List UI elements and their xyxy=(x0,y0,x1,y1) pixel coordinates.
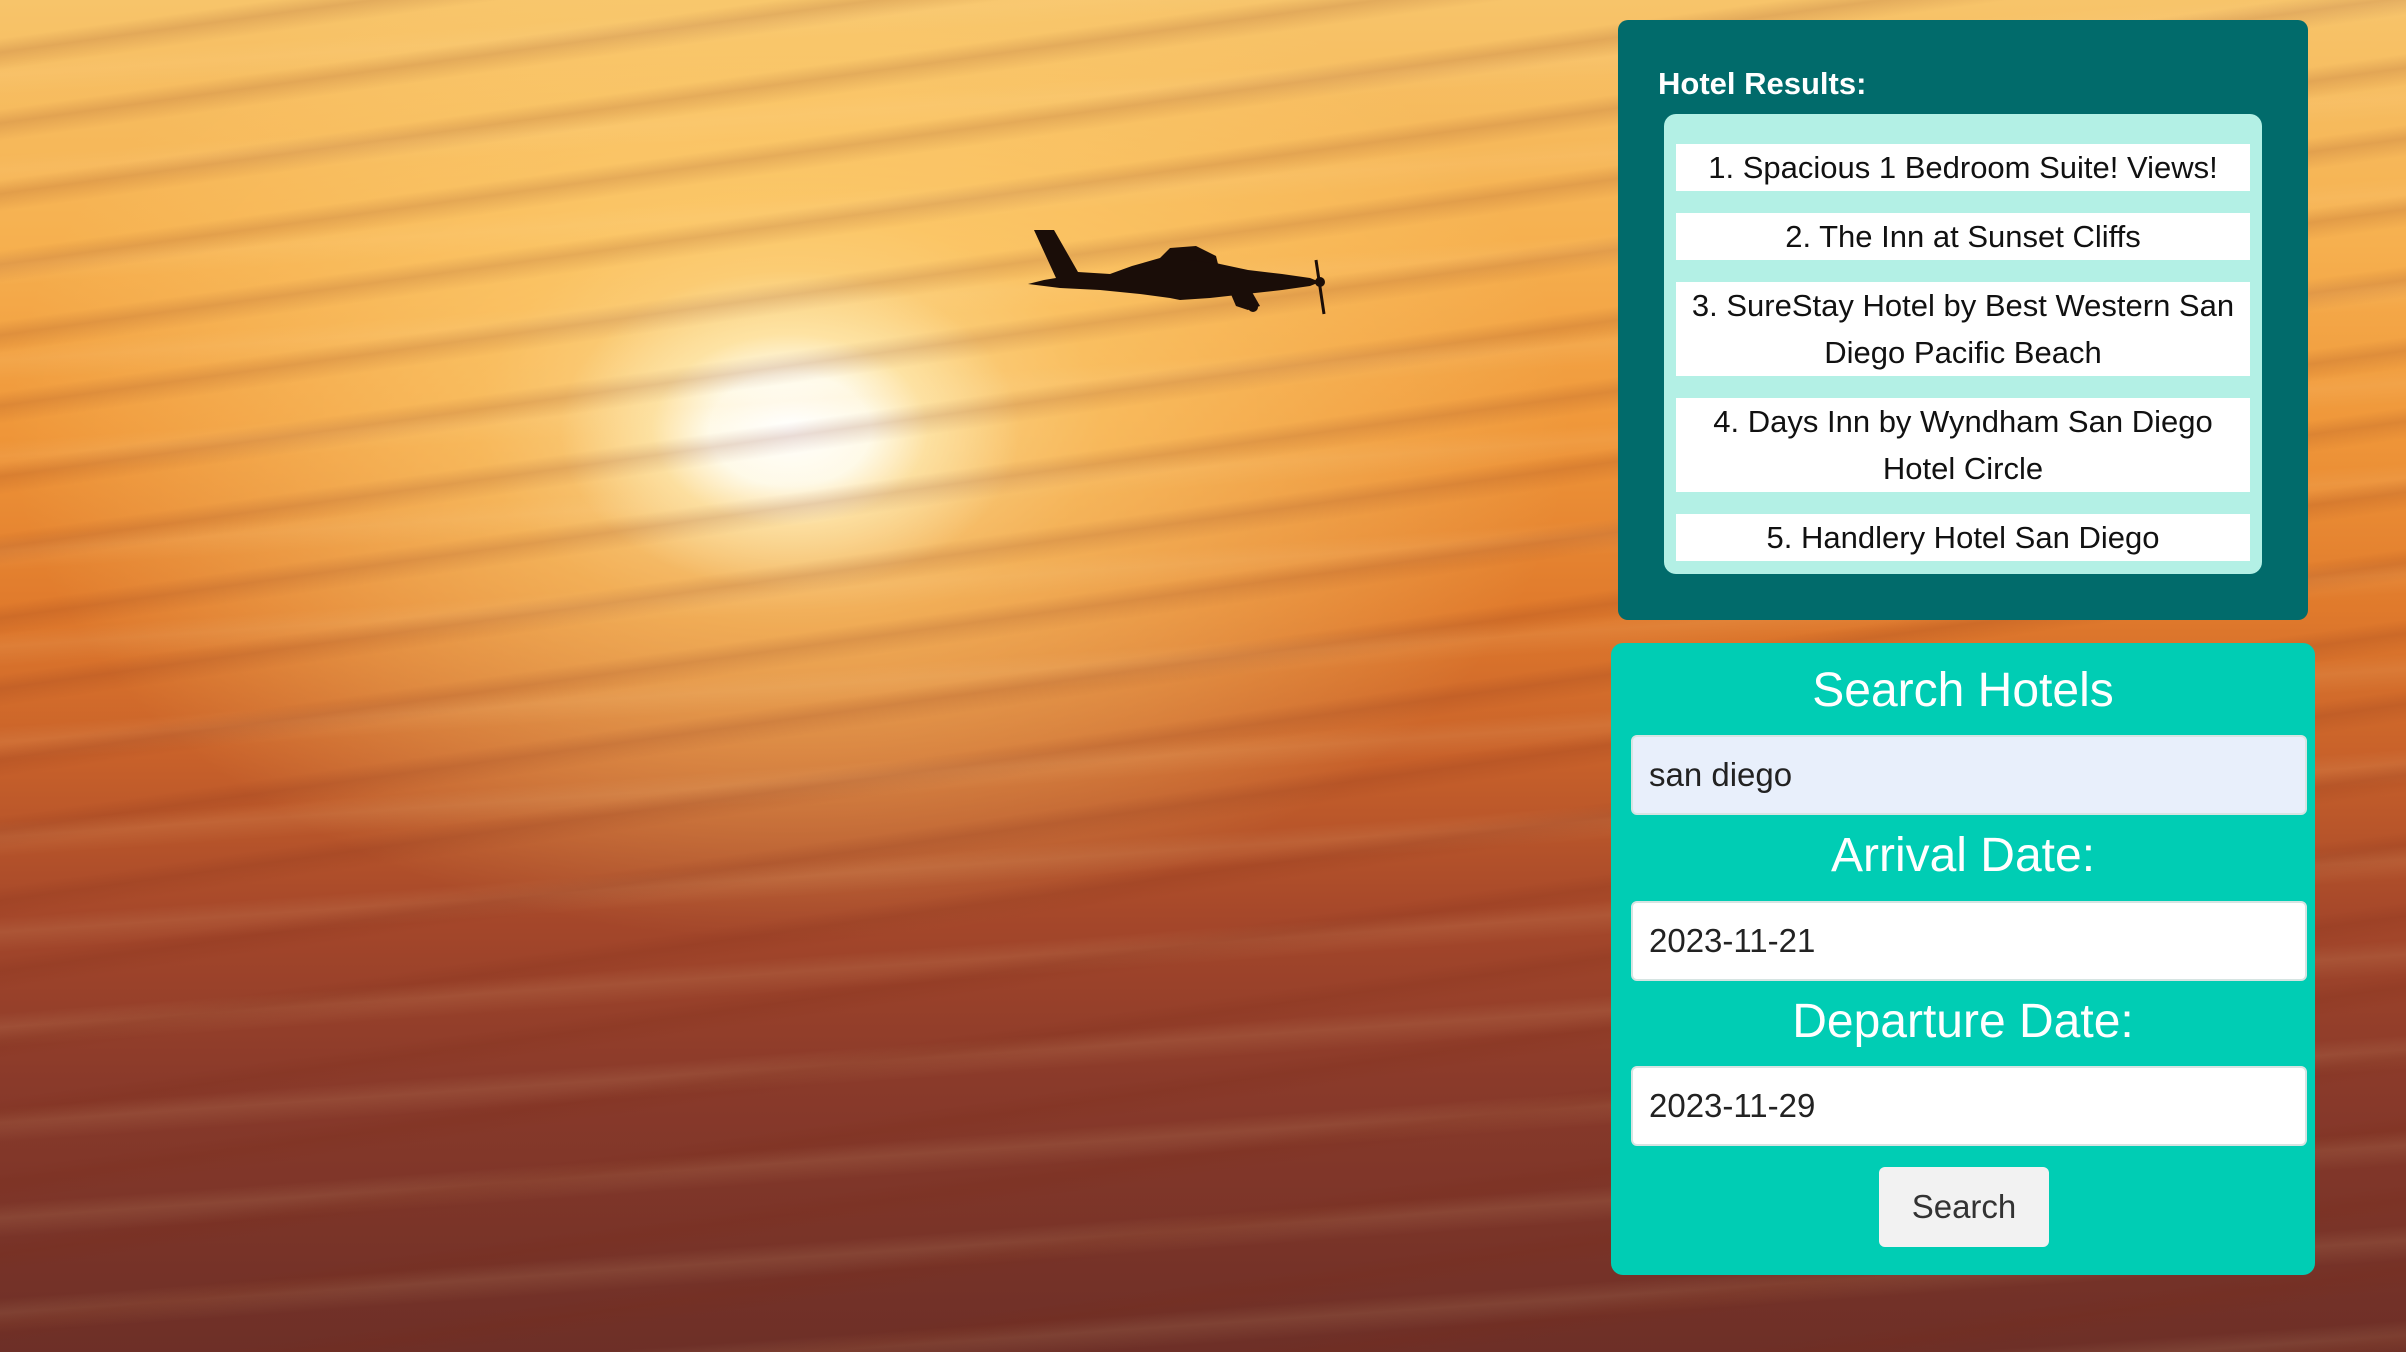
results-list: 1. Spacious 1 Bedroom Suite! Views! 2. T… xyxy=(1664,114,2262,574)
search-heading: Search Hotels xyxy=(1812,664,2114,717)
result-item[interactable]: 3. SureStay Hotel by Best Western San Di… xyxy=(1676,282,2250,376)
result-item[interactable]: 5. Handlery Hotel San Diego xyxy=(1676,514,2250,561)
result-item[interactable]: 1. Spacious 1 Bedroom Suite! Views! xyxy=(1676,144,2250,191)
arrival-date-label: Arrival Date: xyxy=(1830,829,2096,882)
result-item[interactable]: 4. Days Inn by Wyndham San Diego Hotel C… xyxy=(1676,398,2250,492)
hotel-results-panel: Hotel Results: 1. Spacious 1 Bedroom Sui… xyxy=(1618,20,2308,620)
search-button[interactable]: Search xyxy=(1879,1167,2049,1247)
arrival-date-input[interactable] xyxy=(1631,901,2307,981)
result-item[interactable]: 2. The Inn at Sunset Cliffs xyxy=(1676,213,2250,260)
departure-date-input[interactable] xyxy=(1631,1066,2307,1146)
location-input[interactable] xyxy=(1631,735,2307,815)
airplane-silhouette xyxy=(1028,230,1326,315)
search-hotels-panel: Search Hotels Arrival Date: Departure Da… xyxy=(1611,643,2315,1275)
departure-date-label: Departure Date: xyxy=(1792,995,2134,1048)
results-title: Hotel Results: xyxy=(1658,66,1867,101)
